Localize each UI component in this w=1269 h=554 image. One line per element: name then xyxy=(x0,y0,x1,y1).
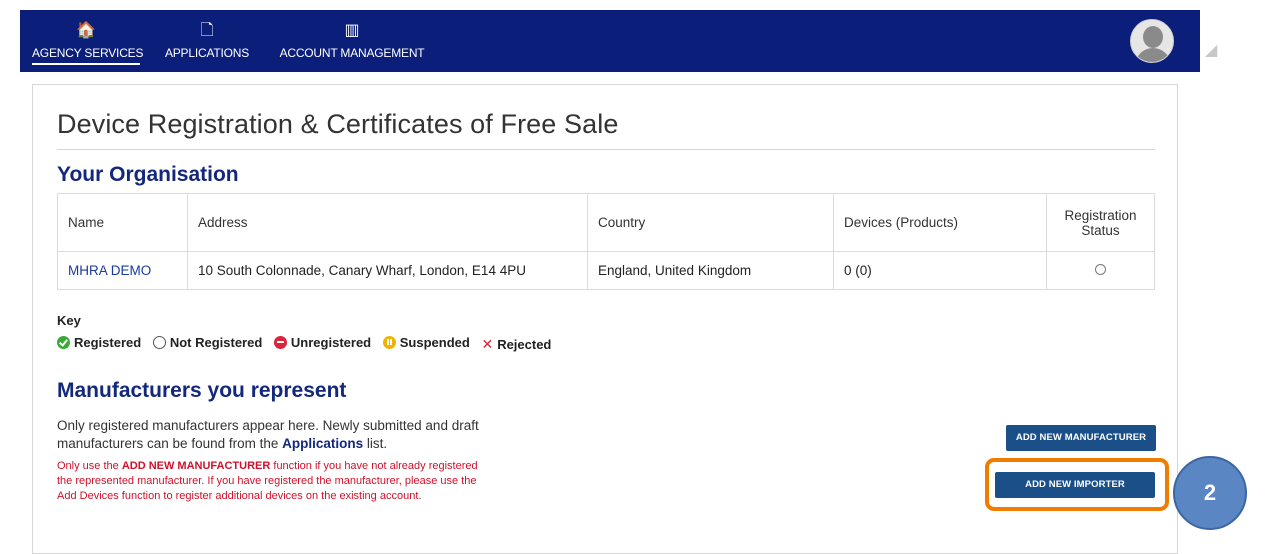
key-rejected-label: Rejected xyxy=(497,337,552,352)
manufacturers-heading: Manufacturers you represent xyxy=(57,379,347,402)
org-status-cell xyxy=(1046,251,1155,290)
top-nav-bar: 🏠 AGENCY SERVICES 🗋 APPLICATIONS ▥ ACCOU… xyxy=(20,10,1200,72)
not-registered-icon xyxy=(1095,264,1106,275)
key-registered-label: Registered xyxy=(74,335,142,350)
org-address-cell: 10 South Colonnade, Canary Wharf, London… xyxy=(187,251,588,290)
key-unregistered-label: Unregistered xyxy=(290,335,372,350)
scroll-indicator-icon: ◢ xyxy=(1205,42,1218,59)
nav-agency-services[interactable]: 🏠 AGENCY SERVICES xyxy=(32,10,143,72)
nav-account-management[interactable]: ▥ ACCOUNT MANAGEMENT xyxy=(272,10,432,72)
pause-circle-icon xyxy=(382,336,396,349)
key-not-registered: Not Registered xyxy=(152,335,263,350)
page-title: Device Registration & Certificates of Fr… xyxy=(57,109,619,139)
organisation-heading: Your Organisation xyxy=(57,163,239,186)
table-header-row: Name Address Country Devices (Products) … xyxy=(57,193,1155,252)
key-registered: Registered xyxy=(57,335,141,350)
add-new-manufacturer-button[interactable]: ADD NEW MANUFACTURER xyxy=(1006,425,1156,451)
key-unregistered: Unregistered xyxy=(273,335,372,350)
col-country: Country xyxy=(587,193,834,252)
avatar-head xyxy=(1143,26,1163,48)
key-rejected: ✕ Rejected xyxy=(481,336,551,353)
nav-applications[interactable]: 🗋 APPLICATIONS xyxy=(162,10,252,72)
check-circle-icon xyxy=(57,336,70,349)
minus-circle-icon xyxy=(273,336,287,349)
document-icon: 🗋 xyxy=(200,22,214,39)
col-address: Address xyxy=(187,193,588,252)
col-name: Name xyxy=(57,193,188,252)
avatar-body xyxy=(1135,48,1171,62)
step-badge: 2 xyxy=(1173,456,1247,530)
warn-bold-text: ADD NEW MANUFACTURER xyxy=(121,460,271,472)
key-not-registered-label: Not Registered xyxy=(169,335,263,350)
org-name-cell[interactable]: MHRA DEMO xyxy=(57,251,188,290)
manufacturer-warning: Only use the ADD NEW MANUFACTURER functi… xyxy=(57,459,487,504)
building-icon: ▥ xyxy=(344,22,360,39)
status-key: Registered Not Registered Unregistered S… xyxy=(57,335,559,353)
col-registration-status: Registration Status xyxy=(1046,193,1155,252)
empty-circle-icon xyxy=(152,336,166,349)
warn-text: Only use the xyxy=(57,460,122,472)
title-divider xyxy=(57,149,1155,150)
desc-text: Only registered manufacturers appear her… xyxy=(57,418,479,451)
user-avatar[interactable] xyxy=(1130,19,1174,63)
key-suspended: Suspended xyxy=(382,335,470,350)
nav-account-management-label: ACCOUNT MANAGEMENT xyxy=(279,46,425,60)
desc-text-end: list. xyxy=(363,436,388,451)
org-name-link[interactable]: MHRA DEMO xyxy=(68,263,151,278)
manufacturers-description: Only registered manufacturers appear her… xyxy=(57,417,557,453)
key-title: Key xyxy=(57,313,81,328)
highlight-box xyxy=(985,458,1169,511)
home-icon: 🏠 xyxy=(76,22,96,39)
nav-agency-services-label: AGENCY SERVICES xyxy=(32,46,143,65)
col-devices: Devices (Products) xyxy=(833,193,1047,252)
applications-link[interactable]: Applications xyxy=(282,436,363,451)
table-row: MHRA DEMO 10 South Colonnade, Canary Wha… xyxy=(57,251,1155,290)
organisation-table: Name Address Country Devices (Products) … xyxy=(57,193,1155,290)
org-devices-cell: 0 (0) xyxy=(833,251,1047,290)
key-suspended-label: Suspended xyxy=(399,335,470,350)
org-country-cell: England, United Kingdom xyxy=(587,251,834,290)
nav-applications-label: APPLICATIONS xyxy=(164,46,250,60)
x-icon: ✕ xyxy=(481,336,494,352)
